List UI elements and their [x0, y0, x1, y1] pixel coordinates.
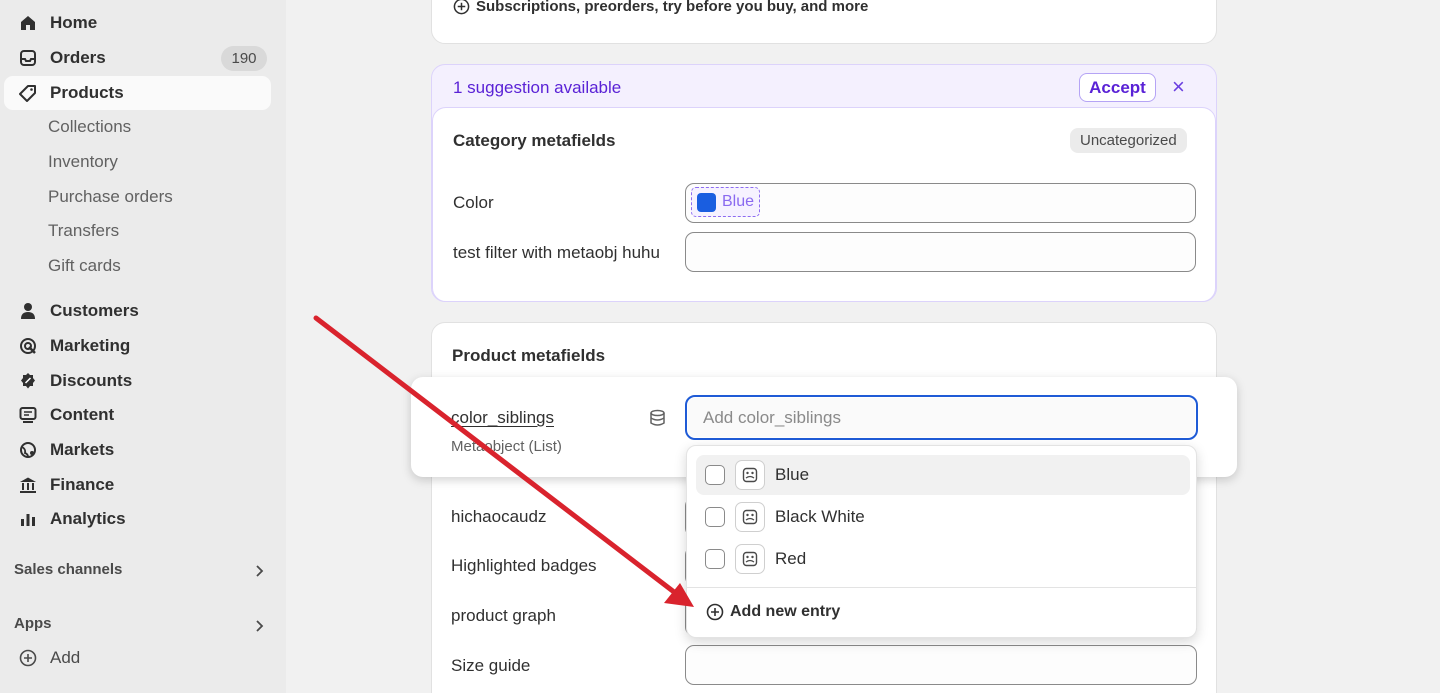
- uncategorized-badge: Uncategorized: [1070, 128, 1187, 153]
- nav-inventory[interactable]: Inventory: [48, 147, 118, 177]
- color-field[interactable]: [685, 183, 1196, 223]
- color-label: Color: [453, 193, 494, 212]
- hichaocaudz-label: hichaocaudz: [451, 507, 547, 526]
- nav-finance-label: Finance: [50, 475, 115, 494]
- nav-transfers[interactable]: Transfers: [48, 216, 119, 246]
- nav-content-label: Content: [50, 405, 115, 424]
- add-new-entry-label: Add new entry: [730, 603, 841, 620]
- option-checkbox[interactable]: [705, 549, 725, 569]
- bank-icon: [18, 475, 38, 495]
- product-metafields-title: Product metafields: [452, 346, 606, 365]
- nav-marketing-label: Marketing: [50, 336, 131, 355]
- inbox-icon: [18, 48, 38, 68]
- color-siblings-type: Metaobject (List): [451, 438, 562, 455]
- home-icon: [18, 13, 38, 33]
- nav-home[interactable]: Home: [4, 6, 271, 40]
- nav-content[interactable]: Content: [4, 398, 271, 432]
- nav-finance[interactable]: Finance: [4, 468, 271, 502]
- plus-circle-icon: [453, 0, 470, 15]
- option-label: Red: [775, 549, 807, 568]
- discount-icon: [18, 371, 38, 391]
- database-icon: [650, 409, 665, 426]
- color-siblings-dropdown: Blue Black White Red Add new entry: [686, 445, 1197, 638]
- option-red[interactable]: Red: [696, 539, 1190, 579]
- person-icon: [18, 301, 38, 321]
- nav-orders-label: Orders: [50, 48, 106, 67]
- nav-gift-cards[interactable]: Gift cards: [48, 251, 121, 281]
- sales-channels-heading[interactable]: Sales channels: [14, 557, 122, 581]
- color-siblings-placeholder: Add color_siblings: [703, 407, 841, 427]
- nav-analytics[interactable]: Analytics: [4, 502, 271, 536]
- color-chip-label: Blue: [722, 193, 755, 210]
- add-app-label: Add: [50, 648, 81, 667]
- accept-button[interactable]: Accept: [1079, 73, 1156, 102]
- test-filter-label: test filter with metaobj huhu: [453, 243, 660, 262]
- dropdown-divider: [687, 587, 1197, 588]
- nav-markets-label: Markets: [50, 440, 115, 459]
- nav-analytics-label: Analytics: [50, 509, 126, 528]
- plus-circle-icon: [706, 603, 724, 621]
- option-label: Blue: [775, 465, 810, 484]
- target-icon: [18, 336, 38, 356]
- add-new-entry-button[interactable]: Add new entry: [706, 603, 840, 621]
- color-siblings-label[interactable]: color_siblings: [451, 408, 554, 428]
- category-metafields-title: Category metafields: [453, 131, 616, 150]
- size-guide-field[interactable]: [685, 645, 1197, 685]
- option-blue[interactable]: Blue: [696, 455, 1190, 495]
- size-guide-label: Size guide: [451, 656, 531, 675]
- nav-customers-label: Customers: [50, 301, 139, 320]
- nav-orders[interactable]: Orders 190: [4, 41, 271, 75]
- nav-collections[interactable]: Collections: [48, 112, 131, 142]
- option-checkbox[interactable]: [705, 465, 725, 485]
- tag-icon: [18, 83, 38, 103]
- image-placeholder-icon: [735, 460, 765, 490]
- chevron-right-icon[interactable]: [252, 619, 266, 633]
- nav-marketing[interactable]: Marketing: [4, 329, 271, 363]
- apps-heading[interactable]: Apps: [14, 611, 52, 635]
- suggestion-text: 1 suggestion available: [453, 78, 622, 97]
- nav-discounts-label: Discounts: [50, 371, 133, 390]
- nav-products-label: Products: [50, 83, 124, 102]
- bar-chart-icon: [18, 509, 38, 529]
- subscriptions-text: Subscriptions, preorders, try before you…: [476, 0, 869, 15]
- content-icon: [18, 405, 38, 425]
- chevron-right-icon[interactable]: [252, 564, 266, 578]
- nav-discounts[interactable]: Discounts: [4, 364, 271, 398]
- product-graph-label: product graph: [451, 606, 556, 625]
- globe-icon: [18, 440, 38, 460]
- sidebar: Home Orders 190 Products Collections Inv…: [0, 0, 286, 693]
- nav-products[interactable]: Products: [4, 76, 271, 110]
- blue-swatch: [697, 192, 716, 212]
- color-siblings-input[interactable]: Add color_siblings: [685, 395, 1198, 440]
- color-chip-blue[interactable]: Blue: [691, 187, 760, 217]
- option-label: Black White: [775, 507, 865, 526]
- image-placeholder-icon: [735, 502, 765, 532]
- highlighted-badges-label: Highlighted badges: [451, 556, 597, 575]
- nav-home-label: Home: [50, 13, 98, 32]
- add-app-button[interactable]: Add: [4, 641, 271, 675]
- image-placeholder-icon: [735, 544, 765, 574]
- nav-purchase-orders[interactable]: Purchase orders: [48, 182, 173, 212]
- dismiss-close-icon[interactable]: ×: [1172, 76, 1185, 98]
- orders-count-badge: 190: [221, 46, 267, 71]
- test-filter-field[interactable]: [685, 232, 1196, 272]
- plus-circle-icon: [18, 648, 38, 668]
- nav-customers[interactable]: Customers: [4, 294, 271, 328]
- subscriptions-row[interactable]: Subscriptions, preorders, try before you…: [453, 0, 868, 15]
- option-black-white[interactable]: Black White: [696, 497, 1190, 537]
- nav-markets[interactable]: Markets: [4, 433, 271, 467]
- option-checkbox[interactable]: [705, 507, 725, 527]
